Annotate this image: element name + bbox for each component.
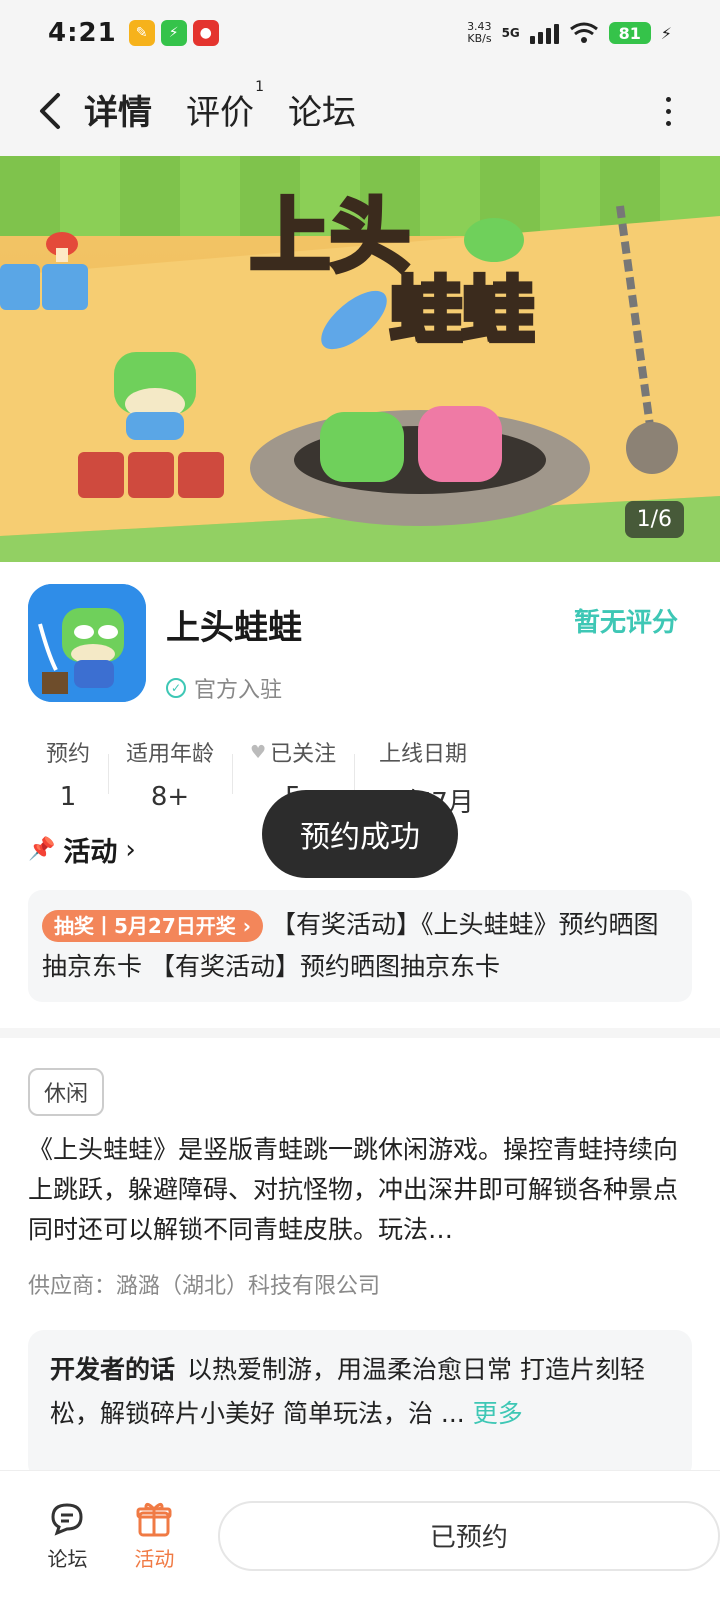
app-notification-icon: ● xyxy=(192,20,219,46)
app-icon-illustration xyxy=(28,584,146,702)
screenshot-carousel[interactable]: 上头 蛙蛙 1/6 xyxy=(0,156,720,562)
developer-note-card[interactable]: 开发者的话 以热爱制游，用温柔治愈日常 打造片刻轻松，解锁碎片小美好 简单玩法，治… xyxy=(28,1330,692,1480)
chevron-right-icon: › xyxy=(125,834,136,865)
tab-details[interactable]: 详情 xyxy=(84,85,152,138)
signal-icon xyxy=(529,22,559,44)
status-right: 3.43 KB/s 5G 81 ⚡ xyxy=(467,21,672,45)
activity-button[interactable]: 活动 xyxy=(121,1499,188,1572)
gift-icon xyxy=(136,1502,172,1537)
more-link[interactable]: 更多 xyxy=(473,1399,523,1428)
chevron-right-icon: › xyxy=(242,914,251,938)
lottery-tag[interactable]: 抽奖丨5月27日开奖 › xyxy=(42,910,263,942)
app-icon xyxy=(28,584,146,702)
status-time: 4:21 xyxy=(48,18,117,48)
official-badge: ✓ 官方入驻 xyxy=(166,672,282,704)
chevron-left-icon xyxy=(40,93,60,129)
dot-icon xyxy=(665,120,671,126)
back-button[interactable] xyxy=(14,66,84,156)
svg-text:上头: 上头 xyxy=(250,190,410,283)
reviews-count-badge: 1 xyxy=(255,78,264,95)
svg-text:蛙蛙: 蛙蛙 xyxy=(390,269,534,353)
activity-card[interactable]: 抽奖丨5月27日开奖 › 【有奖活动】《上头蛙蛙》预约晒图抽京东卡 【有奖活动】… xyxy=(28,890,692,1002)
more-options-button[interactable] xyxy=(658,96,678,126)
stat-reservations: 预约 1 xyxy=(46,742,91,812)
supplier-text: 供应商：潞潞（湖北）科技有限公司 xyxy=(28,1274,381,1299)
genre-tag[interactable]: 休闲 xyxy=(28,1068,105,1116)
game-description[interactable]: 《上头蛙蛙》是竖版青蛙跳一跳休闲游戏。操控青蛙持续向上跳跃，躲避障碍、对抗怪物，… xyxy=(28,1130,692,1250)
net-speed: 3.43 KB/s xyxy=(467,20,492,45)
dot-icon xyxy=(665,96,671,102)
tab-reviews[interactable]: 评价 1 xyxy=(186,79,264,138)
verified-icon: ✓ xyxy=(166,678,186,698)
banner-illustration: 上头 蛙蛙 xyxy=(0,156,720,562)
top-nav: 详情 评价 1 论坛 xyxy=(0,66,720,156)
forum-chat-icon xyxy=(51,1503,83,1536)
status-bar: 4:21 ✎ ⚡ ● 3.43 KB/s 5G 81 ⚡ xyxy=(0,0,720,66)
notification-icons: ✎ ⚡ ● xyxy=(128,20,219,46)
charging-icon: ⚡ xyxy=(660,23,672,43)
app-title: 上头蛙蛙 xyxy=(166,608,302,648)
rating-text: 暂无评分 xyxy=(573,608,678,638)
pin-icon: 📌 xyxy=(28,837,56,862)
app-notification-icon: ⚡ xyxy=(160,20,187,46)
carousel-counter: 1/6 xyxy=(624,501,684,538)
developer-note-title: 开发者的话 xyxy=(50,1355,176,1384)
tab-forum[interactable]: 论坛 xyxy=(288,85,356,138)
toast-message: 预约成功 xyxy=(262,790,458,878)
dot-icon xyxy=(665,108,671,114)
bottom-action-bar: 论坛 活动 已预约 xyxy=(0,1470,720,1600)
wifi-icon xyxy=(569,22,598,43)
battery-icon: 81 xyxy=(608,22,651,44)
section-divider xyxy=(0,1028,720,1038)
network-type: 5G xyxy=(501,26,520,40)
forum-button[interactable]: 论坛 xyxy=(34,1499,101,1572)
heart-icon: ♥ xyxy=(250,741,267,763)
stat-age-rating: 适用年龄 8+ xyxy=(108,736,232,816)
reserved-button[interactable]: 已预约 xyxy=(217,1500,720,1571)
activity-section-header[interactable]: 📌 活动 › xyxy=(28,830,136,869)
app-notification-icon: ✎ xyxy=(128,20,155,46)
